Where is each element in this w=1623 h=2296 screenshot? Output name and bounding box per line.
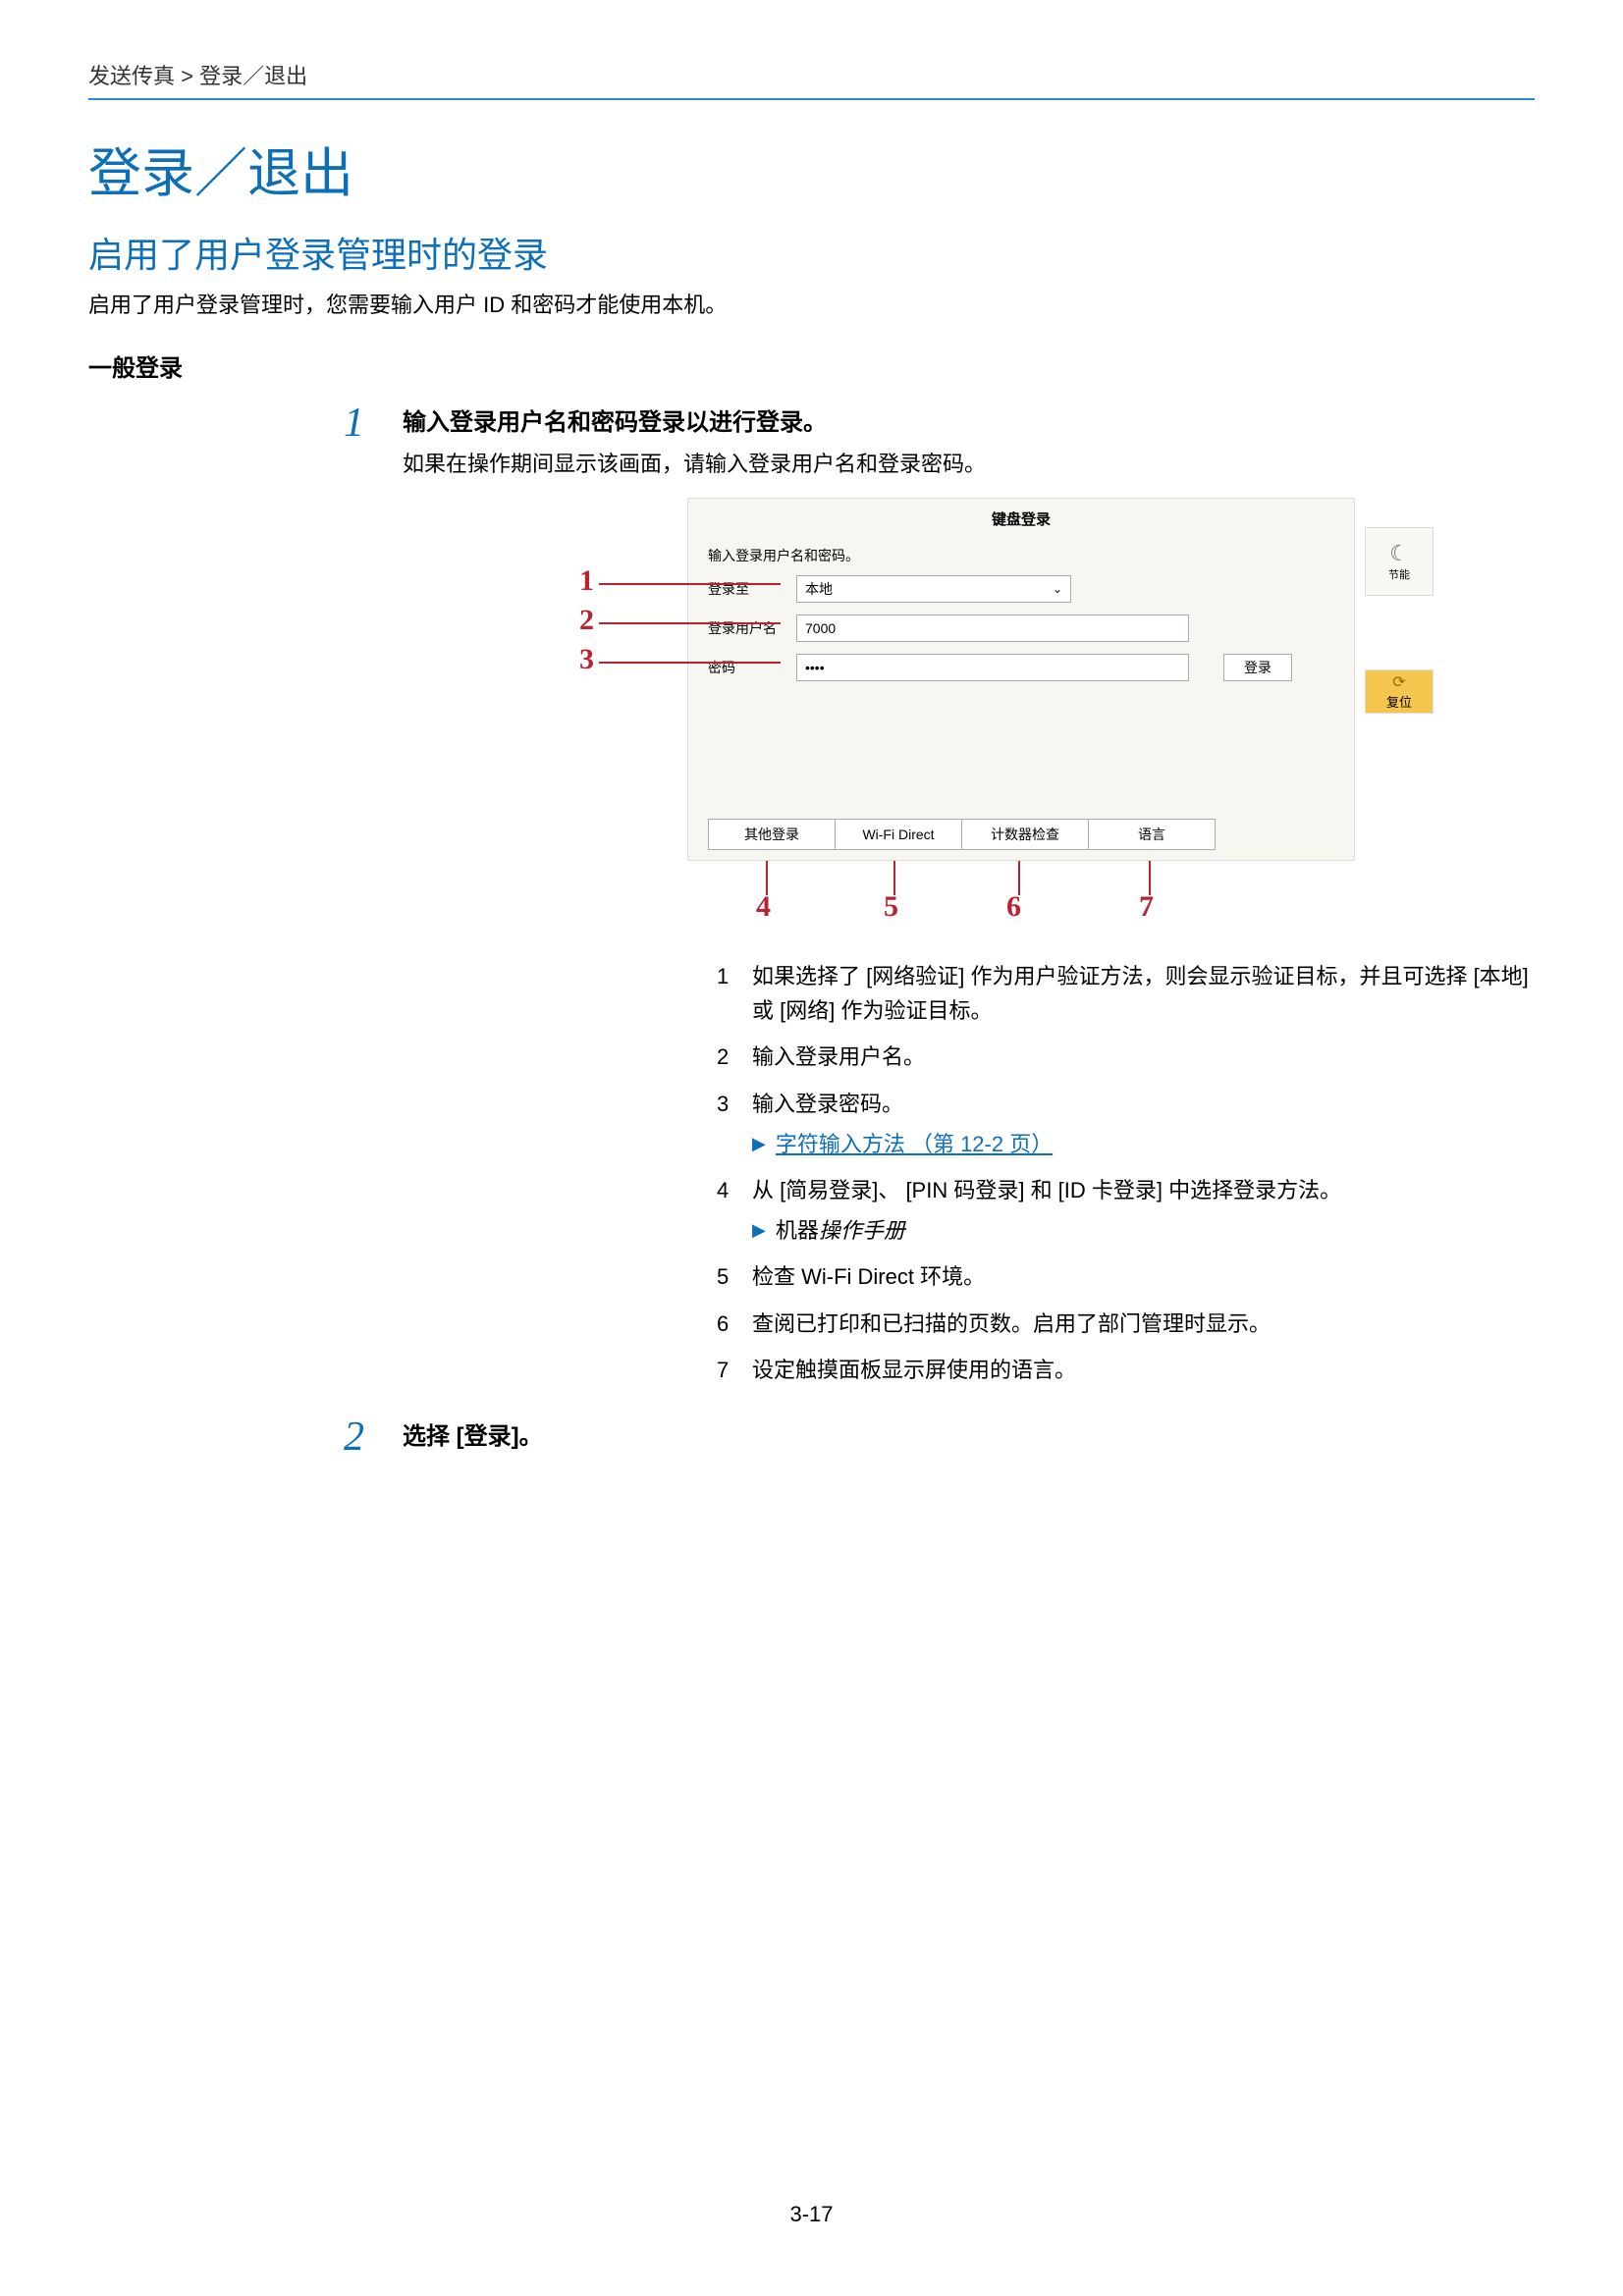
page-number: 3-17 (0, 2202, 1623, 2227)
legend-text: 从 [简易登录]、 [PIN 码登录] 和 [ID 卡登录] 中选择登录方法。 … (752, 1173, 1535, 1248)
login-screenshot: 键盘登录 输入登录用户名和密码。 登录至 本地 ⌄ 登录用户名 7000 (560, 498, 1535, 930)
legend-num: 3 (717, 1087, 752, 1161)
legend-text: 查阅已打印和已扫描的页数。启用了部门管理时显示。 (752, 1307, 1535, 1341)
legend-item-3: 3 输入登录密码。 ▶ 字符输入方法 （第 12-2 页） (717, 1087, 1535, 1161)
step-number: 2 (344, 1416, 403, 1458)
legend-num: 2 (717, 1040, 752, 1074)
legend-text: 设定触摸面板显示屏使用的语言。 (752, 1353, 1535, 1387)
legend-item-2: 2 输入登录用户名。 (717, 1040, 1535, 1074)
legend-item-5: 5 检查 Wi-Fi Direct 环境。 (717, 1259, 1535, 1294)
step-title: 选择 [登录]。 (403, 1416, 1535, 1451)
login-to-select[interactable]: 本地 ⌄ (796, 575, 1071, 603)
section-title: 启用了用户登录管理时的登录 (88, 227, 1535, 278)
keyboard-login-label: 键盘登录 (688, 508, 1354, 529)
header-rule (88, 98, 1535, 100)
legend-text: 输入登录用户名。 (752, 1040, 1535, 1074)
legend-num: 7 (717, 1353, 752, 1387)
legend-num: 4 (717, 1173, 752, 1248)
password-input[interactable]: •••• (796, 654, 1189, 681)
step-1: 1 输入登录用户名和密码登录以进行登录。 如果在操作期间显示该画面，请输入登录用… (344, 402, 1535, 1407)
tab-language[interactable]: 语言 (1088, 819, 1216, 850)
login-button[interactable]: 登录 (1223, 654, 1292, 681)
login-panel: 键盘登录 输入登录用户名和密码。 登录至 本地 ⌄ 登录用户名 7000 (687, 498, 1355, 861)
tab-wifi-direct[interactable]: Wi-Fi Direct (835, 819, 962, 850)
callout-2: 2 (579, 604, 594, 637)
callout-6: 6 (1006, 890, 1021, 924)
login-to-row: 登录至 本地 ⌄ (708, 575, 1071, 603)
username-input[interactable]: 7000 (796, 614, 1189, 642)
callout-3: 3 (579, 643, 594, 676)
ref-text: 机器操作手册 (776, 1213, 905, 1248)
callout-line-2 (599, 622, 781, 624)
legend-item-7: 7 设定触摸面板显示屏使用的语言。 (717, 1353, 1535, 1387)
legend-text: 检查 Wi-Fi Direct 环境。 (752, 1259, 1535, 1294)
legend-num: 1 (717, 959, 752, 1028)
step-number: 1 (344, 402, 403, 444)
legend-num: 5 (717, 1259, 752, 1294)
legend-text: 输入登录密码。 ▶ 字符输入方法 （第 12-2 页） (752, 1087, 1535, 1161)
legend-text: 如果选择了 [网络验证] 作为用户验证方法，则会显示验证目标，并且可选择 [本地… (752, 959, 1535, 1028)
tab-counter[interactable]: 计数器检查 (961, 819, 1089, 850)
legend-item-1: 1 如果选择了 [网络验证] 作为用户验证方法，则会显示验证目标，并且可选择 [… (717, 959, 1535, 1028)
ref-plain-row: ▶ 机器操作手册 (752, 1213, 1535, 1248)
reset-icon: ⟳ (1392, 672, 1405, 692)
step-title: 输入登录用户名和密码登录以进行登录。 (403, 402, 1535, 437)
bottom-tabs: 其他登录 Wi-Fi Direct 计数器检查 语言 (708, 819, 1215, 850)
callout-line-1 (599, 583, 781, 585)
chevron-down-icon: ⌄ (1053, 582, 1062, 596)
step-text: 如果在操作期间显示该画面，请输入登录用户名和登录密码。 (403, 447, 1535, 478)
legend-item-6: 6 查阅已打印和已扫描的页数。启用了部门管理时显示。 (717, 1307, 1535, 1341)
step-2: 2 选择 [登录]。 (344, 1416, 1535, 1461)
password-label: 密码 (708, 658, 796, 677)
moon-icon: ☾ (1389, 541, 1409, 566)
callout-7: 7 (1139, 890, 1154, 924)
energy-saver-button[interactable]: ☾ 节能 (1365, 527, 1434, 596)
subsection-title: 一般登录 (88, 348, 1535, 383)
energy-saver-label: 节能 (1388, 566, 1410, 582)
callout-line-3 (599, 662, 781, 664)
arrow-right-icon: ▶ (752, 1216, 766, 1245)
login-to-label: 登录至 (708, 579, 796, 599)
legend-num: 6 (717, 1307, 752, 1341)
password-value: •••• (805, 660, 825, 675)
callout-4: 4 (756, 890, 771, 924)
breadcrumb: 发送传真 > 登录／退出 (88, 59, 1535, 90)
callout-5: 5 (884, 890, 898, 924)
ref-link[interactable]: 字符输入方法 （第 12-2 页） (776, 1127, 1053, 1161)
username-value: 7000 (805, 620, 836, 636)
reset-label: 复位 (1386, 692, 1412, 711)
legend-item-4: 4 从 [简易登录]、 [PIN 码登录] 和 [ID 卡登录] 中选择登录方法… (717, 1173, 1535, 1248)
username-label: 登录用户名 (708, 618, 796, 638)
page-title: 登录／退出 (88, 130, 1535, 207)
intro-text: 启用了用户登录管理时，您需要输入用户 ID 和密码才能使用本机。 (88, 288, 1535, 319)
password-row: 密码 •••• (708, 654, 1189, 681)
tab-other-login[interactable]: 其他登录 (708, 819, 836, 850)
ref-link-row: ▶ 字符输入方法 （第 12-2 页） (752, 1127, 1535, 1161)
callout-1: 1 (579, 564, 594, 598)
username-row: 登录用户名 7000 (708, 614, 1189, 642)
login-to-value: 本地 (805, 579, 833, 599)
prompt-text: 输入登录用户名和密码。 (708, 546, 859, 565)
legend-list: 1 如果选择了 [网络验证] 作为用户验证方法，则会显示验证目标，并且可选择 [… (717, 959, 1535, 1387)
reset-button[interactable]: ⟳ 复位 (1365, 669, 1434, 714)
arrow-right-icon: ▶ (752, 1130, 766, 1158)
